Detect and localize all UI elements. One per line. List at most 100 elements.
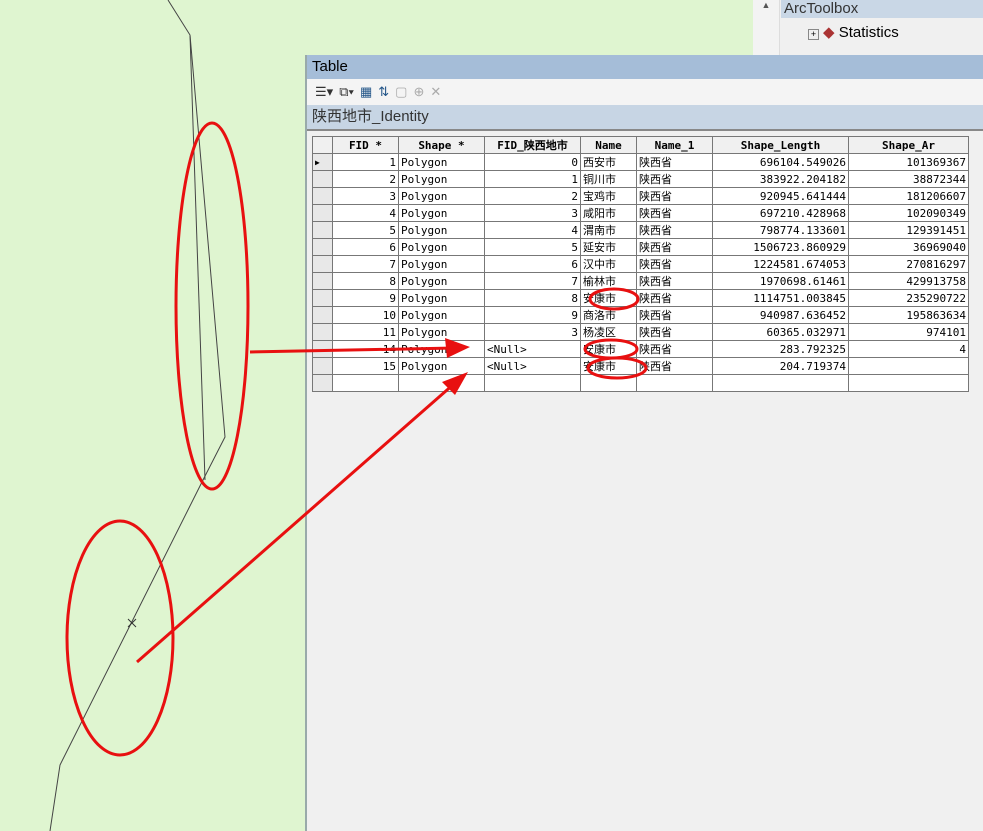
table-cell[interactable]: 陕西省 [636,187,713,205]
table-cell[interactable]: 陕西省 [636,170,713,188]
table-cell[interactable]: 陕西省 [636,272,713,290]
table-cell[interactable]: 安康市 [580,289,637,307]
table-cell[interactable]: 235290722 [848,289,969,307]
table-cell[interactable]: 商洛市 [580,306,637,324]
row-selector[interactable] [312,272,333,290]
column-header[interactable]: FID_陕西地市 [484,136,581,154]
table-cell[interactable]: Polygon [398,238,485,256]
table-cell[interactable]: 270816297 [848,255,969,273]
table-cell[interactable]: 3 [484,323,581,341]
table-cell[interactable]: 920945.641444 [712,187,849,205]
table-cell[interactable]: 陕西省 [636,306,713,324]
table-cell[interactable]: Polygon [398,187,485,205]
clear-selection-icon[interactable]: ▢ [395,84,407,100]
table-cell[interactable]: 3 [484,204,581,222]
table-row[interactable]: 5 Polygon 4 渭南市 陕西省 798774.133601 129391451 [312,221,969,239]
row-selector[interactable] [312,306,333,324]
table-cell[interactable]: 榆林市 [580,272,637,290]
table-cell[interactable]: 102090349 [848,204,969,222]
table-cell[interactable]: 西安市 [580,153,637,171]
row-selector[interactable] [312,187,333,205]
table-cell[interactable]: 咸阳市 [580,204,637,222]
table-cell[interactable]: Polygon [398,153,485,171]
table-cell[interactable]: 0 [484,153,581,171]
table-cell[interactable]: 181206607 [848,187,969,205]
table-cell[interactable]: 14 [332,340,399,358]
row-selector[interactable] [312,238,333,256]
row-selector-header[interactable] [312,136,333,154]
table-cell[interactable]: 5 [332,221,399,239]
table-cell[interactable]: 940987.636452 [712,306,849,324]
table-cell[interactable]: 2 [332,170,399,188]
column-header[interactable]: Name [580,136,637,154]
row-selector[interactable] [312,340,333,358]
table-cell[interactable]: 15 [332,357,399,375]
table-cell[interactable]: 6 [332,238,399,256]
table-cell[interactable]: 陕西省 [636,323,713,341]
table-cell[interactable]: 汉中市 [580,255,637,273]
table-cell[interactable]: 7 [332,255,399,273]
table-cell[interactable]: 8 [332,272,399,290]
toolbox-item-statistics[interactable]: + ◆ Statistics [808,23,899,41]
table-cell[interactable]: 渭南市 [580,221,637,239]
delete-selected-icon[interactable]: ✕ [430,84,441,100]
table-cell[interactable]: Polygon [398,204,485,222]
table-cell[interactable]: Polygon [398,289,485,307]
table-cell[interactable]: 1114751.003845 [712,289,849,307]
table-cell[interactable]: 陕西省 [636,255,713,273]
table-tab[interactable]: 陕西地市_Identity [307,105,983,131]
row-selector[interactable] [312,170,333,188]
row-selector[interactable] [312,357,333,375]
row-selector[interactable] [312,255,333,273]
table-cell[interactable]: 3 [332,187,399,205]
table-cell[interactable]: 4 [332,204,399,222]
table-cell[interactable]: 7 [484,272,581,290]
switch-selection-icon[interactable]: ⇅ [378,84,389,100]
table-row[interactable]: 15 Polygon <Null> 安康市 陕西省 204.719374 [312,357,969,375]
table-cell[interactable]: 1 [484,170,581,188]
table-cell[interactable]: Polygon [398,340,485,358]
table-cell[interactable]: 5 [484,238,581,256]
table-row[interactable]: ▶ 1 Polygon 0 西安市 陕西省 696104.549026 101369367 [312,153,969,171]
table-cell[interactable]: 101369367 [848,153,969,171]
table-cell[interactable]: Polygon [398,221,485,239]
table-cell[interactable]: <Null> [484,340,581,358]
row-selector[interactable] [312,289,333,307]
table-cell[interactable]: 4 [848,340,969,358]
expand-icon[interactable]: + [808,29,819,40]
table-cell[interactable]: 铜川市 [580,170,637,188]
table-cell[interactable] [848,357,969,375]
table-cell[interactable]: 陕西省 [636,153,713,171]
table-cell[interactable]: 陕西省 [636,221,713,239]
table-cell[interactable]: 1970698.61461 [712,272,849,290]
table-cell[interactable]: 10 [332,306,399,324]
table-cell[interactable]: Polygon [398,323,485,341]
table-cell[interactable]: 696104.549026 [712,153,849,171]
table-cell[interactable]: 974101 [848,323,969,341]
column-header[interactable]: Shape_Ar [848,136,969,154]
table-row[interactable]: 10 Polygon 9 商洛市 陕西省 940987.636452 195863634 [312,306,969,324]
table-cell[interactable]: 9 [484,306,581,324]
table-row[interactable]: 4 Polygon 3 咸阳市 陕西省 697210.428968 102090349 [312,204,969,222]
column-header[interactable]: FID * [332,136,399,154]
table-cell[interactable]: 60365.032971 [712,323,849,341]
table-cell[interactable]: Polygon [398,272,485,290]
table-cell[interactable]: <Null> [484,357,581,375]
table-cell[interactable]: 杨凌区 [580,323,637,341]
column-header[interactable]: Shape_Length [712,136,849,154]
table-row[interactable]: 11 Polygon 3 杨凌区 陕西省 60365.032971 974101 [312,323,969,341]
table-cell[interactable]: 安康市 [580,340,637,358]
table-cell[interactable]: 697210.428968 [712,204,849,222]
column-header[interactable]: Shape * [398,136,485,154]
table-row[interactable]: 6 Polygon 5 延安市 陕西省 1506723.860929 36969040 [312,238,969,256]
table-row[interactable]: 9 Polygon 8 安康市 陕西省 1114751.003845 235290722 [312,289,969,307]
table-row[interactable]: 3 Polygon 2 宝鸡市 陕西省 920945.641444 181206607 [312,187,969,205]
table-cell[interactable]: Polygon [398,306,485,324]
related-tables-icon[interactable]: ⧉▾ [339,84,354,100]
table-cell[interactable]: Polygon [398,357,485,375]
table-row[interactable]: 14 Polygon <Null> 安康市 陕西省 283.792325 4 [312,340,969,358]
table-cell[interactable]: Polygon [398,170,485,188]
table-cell[interactable]: 宝鸡市 [580,187,637,205]
scroll-up-button[interactable]: ▲ [753,0,780,55]
zoom-to-selected-icon[interactable]: ⊕ [413,84,424,100]
